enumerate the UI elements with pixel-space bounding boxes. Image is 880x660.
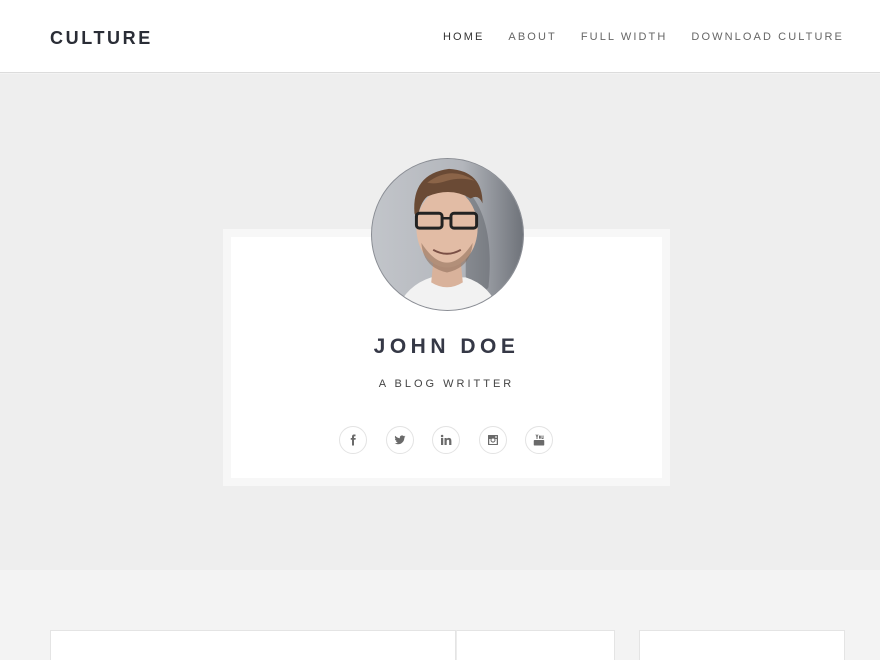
nav-item-about[interactable]: ABOUT <box>508 31 556 43</box>
social-linkedin-button[interactable] <box>432 426 460 454</box>
nav-item-full-width[interactable]: FULL WIDTH <box>581 31 668 43</box>
social-instagram-button[interactable] <box>478 426 507 454</box>
site-header: CULTURE HOME ABOUT FULL WIDTH DOWNLOAD C… <box>0 0 880 73</box>
linkedin-icon <box>440 434 452 445</box>
content-post-card <box>50 630 456 660</box>
sidebar-widget <box>639 630 845 660</box>
youtube-icon <box>533 434 545 446</box>
site-logo[interactable]: CULTURE <box>50 28 153 49</box>
instagram-icon <box>487 435 498 445</box>
nav-item-home[interactable]: HOME <box>443 31 484 43</box>
social-youtube-button[interactable] <box>525 426 553 454</box>
twitter-icon <box>394 435 405 445</box>
profile-tagline: A BLOG WRITTER <box>378 378 515 390</box>
content-post-side-panel <box>456 630 615 660</box>
facebook-icon <box>350 434 356 446</box>
social-facebook-button[interactable] <box>339 426 367 454</box>
main-nav: HOME ABOUT FULL WIDTH DOWNLOAD CULTURE <box>419 31 844 43</box>
nav-item-download-culture[interactable]: DOWNLOAD CULTURE <box>691 31 844 43</box>
social-twitter-button[interactable] <box>385 426 414 454</box>
avatar-image <box>372 159 523 310</box>
profile-name: JOHN DOE <box>373 335 520 358</box>
social-links <box>339 426 572 454</box>
avatar <box>371 158 524 311</box>
